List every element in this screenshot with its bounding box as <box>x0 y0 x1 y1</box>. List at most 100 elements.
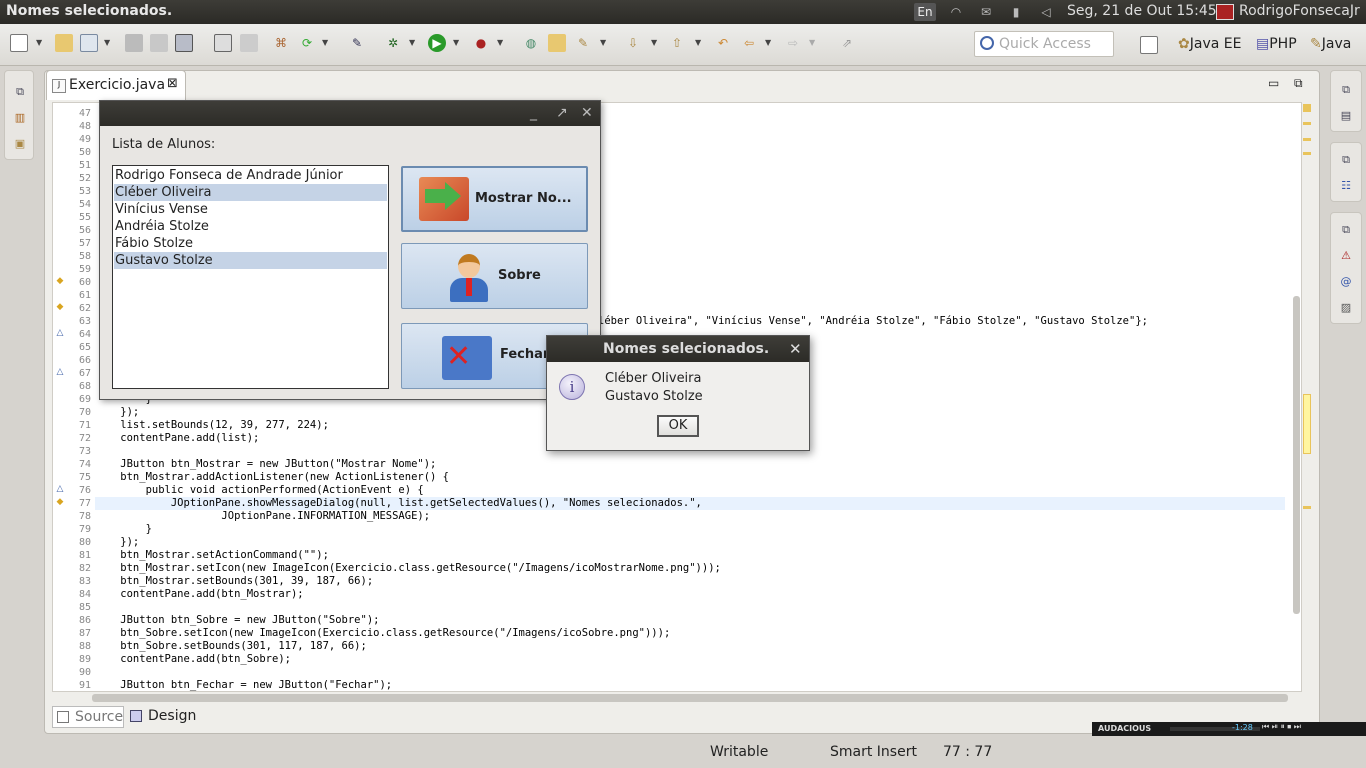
javadoc-icon[interactable]: @ <box>1339 275 1353 289</box>
audacious-player[interactable]: AUDACIOUS -1:28 ⏮ ⏯ ⏸ ⏹ ⏭ <box>1092 722 1366 736</box>
debug-dropdown-icon[interactable]: ▼ <box>409 38 415 47</box>
dialog-title-bar[interactable]: Nomes selecionados. ✕ <box>547 336 809 362</box>
run-icon[interactable]: ▶ <box>428 34 446 52</box>
user-name[interactable]: RodrigoFonsecaJr <box>1239 3 1360 19</box>
run-dropdown-icon[interactable]: ▼ <box>453 38 459 47</box>
list-item[interactable]: Gustavo Stolze <box>114 252 387 269</box>
close-icon[interactable]: ✕ <box>789 340 802 358</box>
keyboard-layout-indicator[interactable]: En <box>914 3 936 21</box>
open-perspective-icon[interactable] <box>1140 36 1158 54</box>
forward-icon[interactable]: ⇨ <box>784 34 802 52</box>
minimize-icon[interactable]: ▭ <box>1268 76 1279 90</box>
refresh-dropdown-icon[interactable]: ▼ <box>322 38 328 47</box>
gutter-marker-icon[interactable]: △ <box>55 328 65 338</box>
list-item[interactable]: Andréia Stolze <box>114 218 387 235</box>
list-item[interactable]: Vinícius Vense <box>114 201 387 218</box>
restore-icon[interactable]: ⧉ <box>1339 83 1353 97</box>
open-resource-icon[interactable] <box>548 34 566 52</box>
vertical-scrollbar[interactable] <box>1293 296 1300 614</box>
minimize-icon[interactable]: _ <box>530 105 537 121</box>
perspective-php[interactable]: ▤PHP <box>1256 36 1297 52</box>
close-icon[interactable]: ✕ <box>581 105 593 121</box>
battery-icon[interactable]: ▮ <box>1008 4 1024 20</box>
tab-exercicio-java[interactable]: J Exercicio.java ⊠ <box>46 70 186 100</box>
pin-editor-icon[interactable]: ⇗ <box>838 34 856 52</box>
save-all-icon[interactable] <box>150 34 168 52</box>
gutter-marker-icon[interactable]: ◆ <box>55 497 65 507</box>
gutter-marker-icon[interactable]: △ <box>55 484 65 494</box>
maximize-icon[interactable]: ⧉ <box>1294 76 1303 91</box>
toggle-icon[interactable] <box>240 34 258 52</box>
clock[interactable]: Seg, 21 de Out 15:45 <box>1067 3 1217 19</box>
player-controls-icon[interactable]: ⏮ ⏯ ⏸ ⏹ ⏭ <box>1262 722 1301 732</box>
code-line: btn_Mostrar.setBounds(301, 39, 187, 66); <box>95 575 374 587</box>
back-dropdown-icon[interactable]: ▼ <box>765 38 771 47</box>
ok-button[interactable]: OK <box>657 415 699 437</box>
list-item[interactable]: Rodrigo Fonseca de Andrade Júnior <box>114 167 387 184</box>
tab-design[interactable]: Design <box>126 706 198 728</box>
ruler-viewport[interactable] <box>1303 394 1311 454</box>
last-edit-icon[interactable]: ↶ <box>714 34 732 52</box>
next-annotation-icon[interactable]: ⇩ <box>624 34 642 52</box>
horizontal-scrollbar[interactable] <box>92 694 1288 702</box>
list-item[interactable]: Fábio Stolze <box>114 235 387 252</box>
students-list[interactable]: Rodrigo Fonseca de Andrade Júnior Cléber … <box>112 165 389 389</box>
mostrar-nome-button[interactable]: Mostrar No... <box>401 166 588 232</box>
wifi-icon[interactable]: ◠ <box>948 4 964 20</box>
quick-access-input[interactable]: Quick Access <box>974 31 1114 57</box>
search-tool-icon[interactable]: ✎ <box>574 34 592 52</box>
app-title-bar[interactable]: _ ↗ ✕ <box>100 101 600 126</box>
next-annotation-dropdown-icon[interactable]: ▼ <box>651 38 657 47</box>
search-dropdown-icon[interactable]: ▼ <box>600 38 606 47</box>
line-number: 89 <box>78 654 91 665</box>
print-icon[interactable] <box>175 34 193 52</box>
tab-source[interactable]: Source <box>52 706 124 728</box>
open-type-icon[interactable]: ◍ <box>522 34 540 52</box>
code-line: } <box>95 523 152 535</box>
project-dropdown-icon[interactable]: ▼ <box>104 38 110 47</box>
navigator-icon[interactable]: ▣ <box>13 137 27 151</box>
debug-icon[interactable]: ✲ <box>384 34 402 52</box>
task-list-icon[interactable]: ▤ <box>1339 109 1353 123</box>
open-folder-icon[interactable] <box>55 34 73 52</box>
maximize-icon[interactable]: ↗ <box>556 105 568 121</box>
ruler-marker[interactable] <box>1303 138 1311 141</box>
ruler-marker[interactable] <box>1303 104 1311 112</box>
skip-breakpoints-icon[interactable]: ✎ <box>348 34 366 52</box>
refresh-icon[interactable]: ⟳ <box>298 34 316 52</box>
new-dropdown-icon[interactable]: ▼ <box>36 38 42 47</box>
forward-dropdown-icon[interactable]: ▼ <box>809 38 815 47</box>
restore-icon[interactable]: ⧉ <box>13 85 27 99</box>
ruler-marker[interactable] <box>1303 506 1311 509</box>
save-icon[interactable] <box>125 34 143 52</box>
gutter-marker-icon[interactable]: ◆ <box>55 276 65 286</box>
server-icon[interactable]: ⌘ <box>272 34 290 52</box>
external-dropdown-icon[interactable]: ▼ <box>497 38 503 47</box>
sobre-button[interactable]: Sobre <box>401 243 588 309</box>
list-item[interactable]: Cléber Oliveira <box>114 184 387 201</box>
restore-icon[interactable]: ⧉ <box>1339 223 1353 237</box>
back-icon[interactable]: ⇦ <box>740 34 758 52</box>
prev-annotation-dropdown-icon[interactable]: ▼ <box>695 38 701 47</box>
gutter-marker-icon[interactable]: ◆ <box>55 302 65 312</box>
declaration-icon[interactable]: ▨ <box>1339 301 1353 315</box>
new-icon[interactable] <box>10 34 28 52</box>
run-external-icon[interactable]: ● <box>472 34 490 52</box>
perspective-java[interactable]: ✎Java <box>1310 36 1351 52</box>
close-tab-icon[interactable]: ⊠ <box>167 76 178 91</box>
new-project-icon[interactable] <box>80 34 98 52</box>
problems-icon[interactable]: ⚠ <box>1339 249 1353 263</box>
overview-ruler[interactable] <box>1302 104 1312 684</box>
volume-icon[interactable]: ◁ <box>1038 4 1054 20</box>
perspective-java-ee[interactable]: ✿Java EE <box>1178 36 1241 52</box>
format-icon[interactable] <box>214 34 232 52</box>
package-explorer-icon[interactable]: ▥ <box>13 111 27 125</box>
user-icon[interactable] <box>1216 4 1234 20</box>
mail-icon[interactable]: ✉ <box>978 4 994 20</box>
outline-icon[interactable]: ☷ <box>1339 179 1353 193</box>
prev-annotation-icon[interactable]: ⇧ <box>668 34 686 52</box>
ruler-marker[interactable] <box>1303 122 1311 125</box>
gutter-marker-icon[interactable]: △ <box>55 367 65 377</box>
restore-icon[interactable]: ⧉ <box>1339 153 1353 167</box>
ruler-marker[interactable] <box>1303 152 1311 155</box>
